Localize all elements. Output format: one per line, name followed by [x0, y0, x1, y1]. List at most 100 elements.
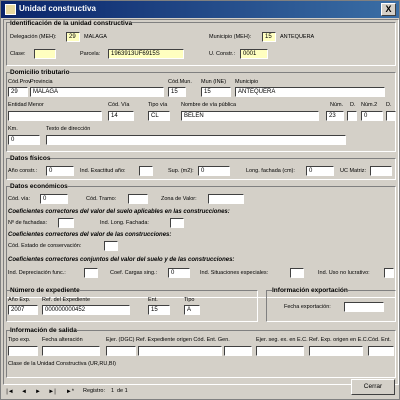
num-field[interactable]: 23: [326, 111, 344, 121]
anio-exp-field[interactable]: 2007: [8, 305, 38, 315]
conservacion-field[interactable]: [104, 241, 118, 251]
uconstr-label: U. Constr.:: [209, 51, 235, 57]
domicilio-title: Domicilio tributario: [10, 69, 70, 76]
cod-prov-field[interactable]: 29: [8, 87, 28, 97]
cod-tramo-field[interactable]: [128, 194, 148, 204]
anio-constr-label: Año constr.:: [8, 168, 38, 174]
tipo-exp-label: Tipo exp.: [8, 337, 31, 343]
cod-prov-label: Cód.Prov: [8, 79, 31, 85]
clase-field[interactable]: [34, 49, 56, 59]
title-bar: Unidad constructiva X: [1, 1, 399, 18]
cargas-label: Coef. Cargas sing.:: [110, 270, 158, 276]
zona-valor-field[interactable]: [208, 194, 244, 204]
ident-section: [6, 22, 396, 66]
record-label: Registro:: [83, 388, 106, 394]
mun-ine-label: Mun (INE): [201, 79, 227, 85]
delegacion-code-field[interactable]: 29: [66, 32, 80, 42]
cargas-field[interactable]: 0: [168, 268, 190, 278]
sup-label: Sup. (m2):: [168, 168, 194, 174]
zona-valor-label: Zona de Valor:: [161, 196, 197, 202]
entidad-menor-label: Entidad Menor: [8, 102, 44, 108]
nombre-via-label: Nombre de vía pública: [181, 102, 237, 108]
d2-label: D.: [386, 102, 392, 108]
ref-exp-ec-field[interactable]: [309, 346, 363, 356]
d-field[interactable]: [347, 111, 357, 121]
parcela-field[interactable]: 1963913UF6915S: [108, 49, 184, 59]
cod-via-field[interactable]: 14: [108, 111, 134, 121]
econ-cod-via-label: Cód. vía:: [8, 196, 31, 202]
situaciones-field[interactable]: [290, 268, 304, 278]
cod-ent-gen-field[interactable]: [224, 346, 252, 356]
close-window-button[interactable]: X: [381, 3, 396, 16]
km-label: Km.: [8, 126, 18, 132]
long-fachada-ind-field[interactable]: [170, 218, 184, 228]
d2-field[interactable]: [386, 111, 396, 121]
uc-matriz-label: UC Matriz:: [340, 168, 366, 174]
nombre-via-field[interactable]: BELEN: [181, 111, 319, 121]
conservacion-label: Cód. Estado de conservación:: [8, 243, 82, 249]
ent-field[interactable]: 15: [148, 305, 170, 315]
unidad-constructiva-window: Unidad constructiva X Identificación de …: [0, 0, 400, 400]
window-title: Unidad constructiva: [19, 4, 96, 13]
mun-ine-field[interactable]: 15: [201, 87, 231, 97]
delegacion-label: Delegación (MEH):: [10, 34, 57, 40]
cod-mun-field[interactable]: 15: [168, 87, 186, 97]
economicos-title: Datos económicos: [10, 183, 68, 190]
tipo-field[interactable]: A: [184, 305, 200, 315]
anio-constr-field[interactable]: 0: [46, 166, 74, 176]
cod-ent-ec-field[interactable]: [368, 346, 394, 356]
tipo-label: Tipo: [184, 297, 195, 303]
uc-matriz-field[interactable]: [370, 166, 392, 176]
uso-field[interactable]: [384, 268, 394, 278]
provincia-field[interactable]: MALAGA: [30, 87, 164, 97]
ref-exp-label: Ref. del Expediente: [42, 297, 91, 303]
first-record-button[interactable]: |◄: [5, 387, 15, 397]
cerrar-button[interactable]: Cerrar: [351, 379, 395, 395]
fecha-exportacion-label: Fecha exportación:: [284, 304, 331, 310]
record-total: de 1: [117, 388, 128, 394]
d-label: D.: [350, 102, 356, 108]
fecha-exportacion-field[interactable]: [344, 302, 384, 312]
fisicos-title: Datos físicos: [10, 155, 51, 162]
fachadas-label: Nº de fachadas:: [8, 220, 48, 226]
ref-exp-field[interactable]: 000000000452: [42, 305, 130, 315]
num2-label: Núm.2: [361, 102, 378, 108]
sup-field[interactable]: 0: [198, 166, 230, 176]
fachadas-field[interactable]: [58, 218, 74, 228]
record-navigation: |◄ ◄ ► ►| ►* Registro: 1 de 1: [3, 387, 399, 399]
last-record-button[interactable]: ►|: [47, 387, 57, 397]
municipio-dom-field[interactable]: ANTEQUERA: [235, 87, 385, 97]
tipo-exp-field[interactable]: [8, 346, 38, 356]
long-fachada-label: Long. fachada (cm):: [246, 168, 295, 174]
uconstr-field[interactable]: 0001: [240, 49, 268, 59]
prev-record-button[interactable]: ◄: [19, 387, 29, 397]
long-fachada-field[interactable]: 0: [306, 166, 334, 176]
num2-field[interactable]: 0: [361, 111, 383, 121]
tipo-via-field[interactable]: CL: [148, 111, 170, 121]
cod-ent-ec-label: Cód. Ent.: [368, 337, 391, 343]
situaciones-label: Ind. Situaciones especiales:: [200, 270, 269, 276]
depreciacion-label: Ind. Depreciación func.:: [8, 270, 66, 276]
econ-cod-via-field[interactable]: 0: [40, 194, 68, 204]
km-field[interactable]: 0: [8, 135, 40, 145]
ejer-seg-label: Ejer. seg. ex. en E.C.: [256, 337, 308, 343]
long-fachada-ind-label: Ind. Long. Fachada:: [100, 220, 149, 226]
new-record-button[interactable]: ►*: [63, 387, 77, 397]
ent-label: Ent.: [148, 297, 158, 303]
exactitud-field[interactable]: [139, 166, 153, 176]
ejer-ref-label: Ejer. (DGC) Ref. Expediente origen Cód. …: [106, 337, 230, 343]
depreciacion-field[interactable]: [84, 268, 98, 278]
clase-uc-label: Clase de la Unidad Constructiva (UR,RU,B…: [8, 361, 116, 367]
texto-dir-field[interactable]: [46, 135, 346, 145]
num-label: Núm.: [330, 102, 344, 108]
cod-tramo-label: Cód. Tramo:: [86, 196, 117, 202]
ejer-seg-field[interactable]: [256, 346, 304, 356]
delegacion-name: MALAGA: [84, 34, 107, 40]
fecha-alt-field[interactable]: [42, 346, 100, 356]
next-record-button[interactable]: ►: [33, 387, 43, 397]
ejer-dgc-field[interactable]: [106, 346, 136, 356]
entidad-menor-field[interactable]: [8, 111, 102, 121]
app-icon: [5, 4, 16, 15]
ref-exp-origen-field[interactable]: [138, 346, 222, 356]
municipio-code-field[interactable]: 15: [262, 32, 276, 42]
